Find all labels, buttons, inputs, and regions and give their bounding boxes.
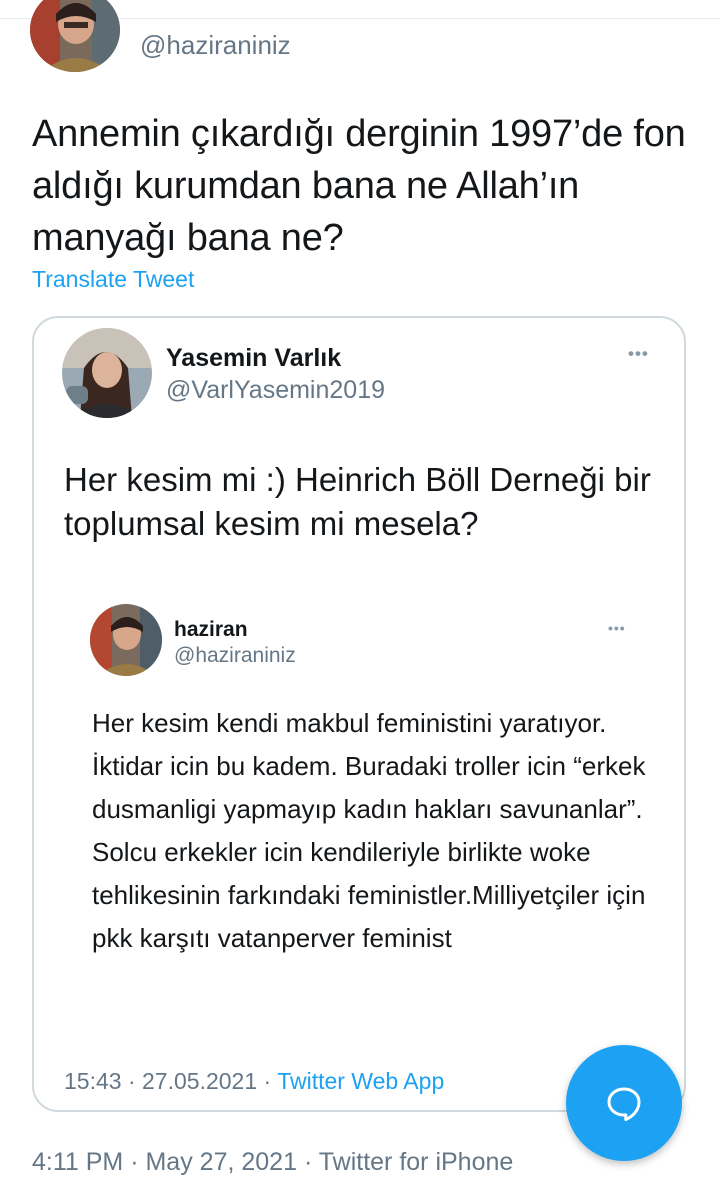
translate-tweet-link[interactable]: Translate Tweet [32, 266, 194, 293]
quoted-time: 15:43 [64, 1068, 122, 1094]
tweet-source: Twitter for iPhone [318, 1148, 514, 1176]
meta-separator: · [263, 1068, 272, 1094]
quoted-source-link[interactable]: Twitter Web App [277, 1068, 444, 1094]
quoted-more-options-icon[interactable]: ••• [628, 344, 649, 364]
tweet-date: May 27, 2021 [145, 1148, 297, 1176]
meta-separator: · [127, 1068, 136, 1094]
quoted-author-name[interactable]: Yasemin Varlık [166, 344, 341, 373]
inner-author-name[interactable]: haziran [174, 618, 248, 642]
quoted-tweet-meta: 15:43 · 27.05.2021 · Twitter Web App [64, 1068, 444, 1095]
quoted-author-avatar[interactable] [62, 328, 152, 418]
tweet-text: Annemin çıkardığı derginin 1997’de fon a… [32, 113, 686, 259]
compose-reply-icon [607, 1087, 641, 1121]
quoted-date: 27.05.2021 [142, 1068, 258, 1094]
author-avatar[interactable] [30, 0, 120, 72]
quoted-tweet-text: Her kesim mi :) Heinrich Böll Derneği bi… [64, 461, 651, 542]
inner-author-handle[interactable]: @haziraniniz [174, 644, 296, 668]
quoted-author-handle[interactable]: @VarlYasemin2019 [166, 376, 385, 405]
meta-separator: · [303, 1148, 313, 1176]
compose-reply-button[interactable] [566, 1045, 682, 1161]
meta-separator: · [130, 1148, 139, 1176]
tweet-meta: 4:11 PM · May 27, 2021 · Twitter for iPh… [32, 1148, 513, 1177]
quoted-tweet-card[interactable]: Yasemin Varlık @VarlYasemin2019 ••• Her … [32, 316, 686, 1112]
inner-tweet-text: Her kesim kendi makbul feministini yarat… [92, 708, 646, 953]
author-handle[interactable]: @haziraniniz [140, 30, 291, 61]
inner-more-options-icon[interactable]: ••• [608, 620, 626, 636]
tweet-time: 4:11 PM [32, 1148, 124, 1176]
inner-author-avatar[interactable] [90, 604, 162, 676]
